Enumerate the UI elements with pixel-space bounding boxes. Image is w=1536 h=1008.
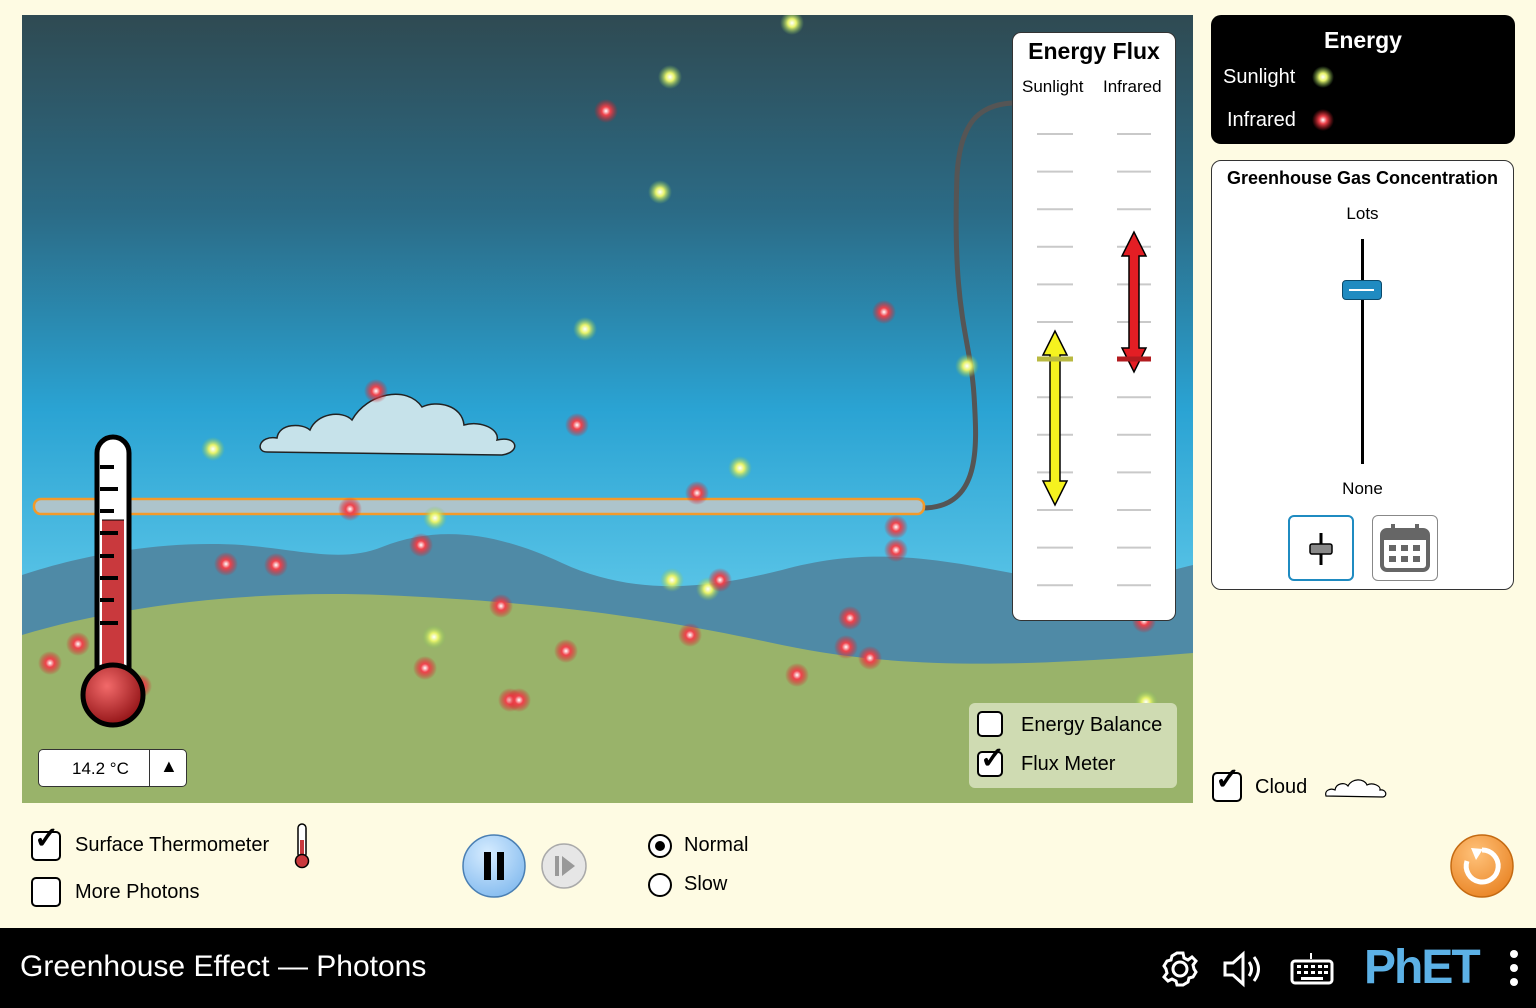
infrared-photon <box>884 538 908 562</box>
energy-flux-meter[interactable]: Energy Flux Sunlight Infrared <box>1012 32 1176 621</box>
sunlight-photon <box>728 456 752 480</box>
sunlight-photon-icon <box>1312 66 1334 88</box>
infrared-photon <box>685 481 709 505</box>
greenhouse-gas-panel: Greenhouse Gas Concentration Lots None <box>1211 160 1514 590</box>
legend-infrared-label: Infrared <box>1227 109 1296 131</box>
infrared-photon <box>338 497 362 521</box>
infrared-photon <box>413 656 437 680</box>
sunlight-photon <box>422 625 446 649</box>
ghg-lots-label: Lots <box>1346 204 1379 223</box>
infrared-photon <box>834 635 858 659</box>
infrared-photon <box>858 646 882 670</box>
slider-icon <box>1309 533 1333 565</box>
infrared-photon <box>38 651 62 675</box>
cloud-label: Cloud <box>1255 776 1308 798</box>
step-forward-button[interactable] <box>540 842 588 890</box>
ghg-title: Greenhouse Gas Concentration <box>1226 168 1499 188</box>
energy-legend: Energy Sunlight Infrared <box>1211 15 1515 144</box>
sunlight-photon <box>955 354 979 378</box>
legend-title: Energy <box>1324 27 1402 53</box>
infrared-photon <box>364 379 388 403</box>
more-photons-checkbox[interactable] <box>31 877 61 907</box>
calendar-icon <box>1380 524 1430 572</box>
ghg-none-label: None <box>1342 479 1383 498</box>
infrared-photon <box>554 639 578 663</box>
flux-meter-checkbox[interactable]: ✓ <box>977 744 1005 777</box>
sunlight-photon <box>648 180 672 204</box>
checkmark-icon: ✓ <box>34 822 60 855</box>
infrared-photon <box>66 632 90 656</box>
speaker-icon[interactable] <box>1221 949 1267 989</box>
infrared-photon <box>409 533 433 557</box>
infrared-photon <box>785 663 809 687</box>
ghg-slider-track[interactable] <box>1361 239 1364 464</box>
infrared-photon <box>708 568 732 592</box>
flux-meter-label: Flux Meter <box>1021 753 1116 775</box>
more-photons-label: More Photons <box>75 881 200 903</box>
speed-slow-radio[interactable] <box>648 873 672 897</box>
speed-slow-label: Slow <box>684 873 728 895</box>
legend-sunlight-label: Sunlight <box>1223 66 1296 88</box>
checkmark-icon: ✓ <box>1215 763 1241 796</box>
cloud-checkbox[interactable]: ✓ <box>1212 765 1242 802</box>
sim-title: Greenhouse Effect — Photons <box>20 950 427 983</box>
kebab-menu-icon[interactable] <box>1505 948 1523 990</box>
flux-meter-graph <box>1037 133 1151 587</box>
infrared-photon <box>594 99 618 123</box>
slider-mode-button[interactable] <box>1288 515 1354 581</box>
reset-all-button[interactable] <box>1449 833 1515 899</box>
temperature-readout[interactable]: 14.2 °C ▲ <box>38 749 187 787</box>
sunlight-photon <box>780 15 804 35</box>
energy-balance-checkbox[interactable] <box>977 711 1003 737</box>
infrared-flux-arrow <box>1117 230 1151 374</box>
phet-logo[interactable]: PhET <box>1364 940 1481 995</box>
speed-normal-radio[interactable] <box>648 834 672 858</box>
temperature-value: 14.2 °C <box>72 759 129 778</box>
sunlight-flux-arrow <box>1037 329 1073 507</box>
pause-button[interactable] <box>461 833 527 899</box>
infrared-photon <box>565 413 589 437</box>
infrared-photon <box>128 674 152 698</box>
navigation-bar: Greenhouse Effect — Photons PhET <box>0 928 1536 1008</box>
sunlight-photon <box>423 506 447 530</box>
infrared-photon <box>264 553 288 577</box>
time-period-mode-button[interactable] <box>1372 515 1438 581</box>
sunlight-photon <box>658 65 682 89</box>
infrared-photon <box>678 623 702 647</box>
pause-icon <box>484 852 491 880</box>
cloud-icon <box>1325 779 1387 798</box>
overlay-options-panel: Energy Balance ✓ Flux Meter <box>969 703 1177 788</box>
ghg-slider-thumb[interactable] <box>1342 280 1382 300</box>
keyboard-icon[interactable] <box>1289 949 1335 989</box>
infrared-photon <box>214 552 238 576</box>
surface-thermometer-label: Surface Thermometer <box>75 834 270 856</box>
thermometer-icon <box>294 823 310 869</box>
sunlight-photon <box>573 317 597 341</box>
gear-icon[interactable] <box>1160 949 1200 989</box>
step-icon <box>555 856 559 876</box>
infrared-photon <box>489 594 513 618</box>
unit-toggle-arrow-icon[interactable]: ▲ <box>160 756 178 777</box>
infrared-photon <box>872 300 896 324</box>
sunlight-photon <box>660 568 684 592</box>
infrared-photon <box>884 515 908 539</box>
infrared-photon <box>838 606 862 630</box>
simulation-play-area: Energy Flux Sunlight Infrared Energy Bal… <box>22 15 1193 803</box>
checkmark-icon: ✓ <box>980 742 1006 775</box>
surface-thermometer-checkbox[interactable]: ✓ <box>31 824 61 861</box>
energy-balance-label: Energy Balance <box>1021 714 1163 736</box>
infrared-photon-icon <box>1312 109 1334 131</box>
infrared-photon <box>507 688 531 712</box>
sunlight-photon <box>201 437 225 461</box>
speed-normal-label: Normal <box>684 834 749 856</box>
